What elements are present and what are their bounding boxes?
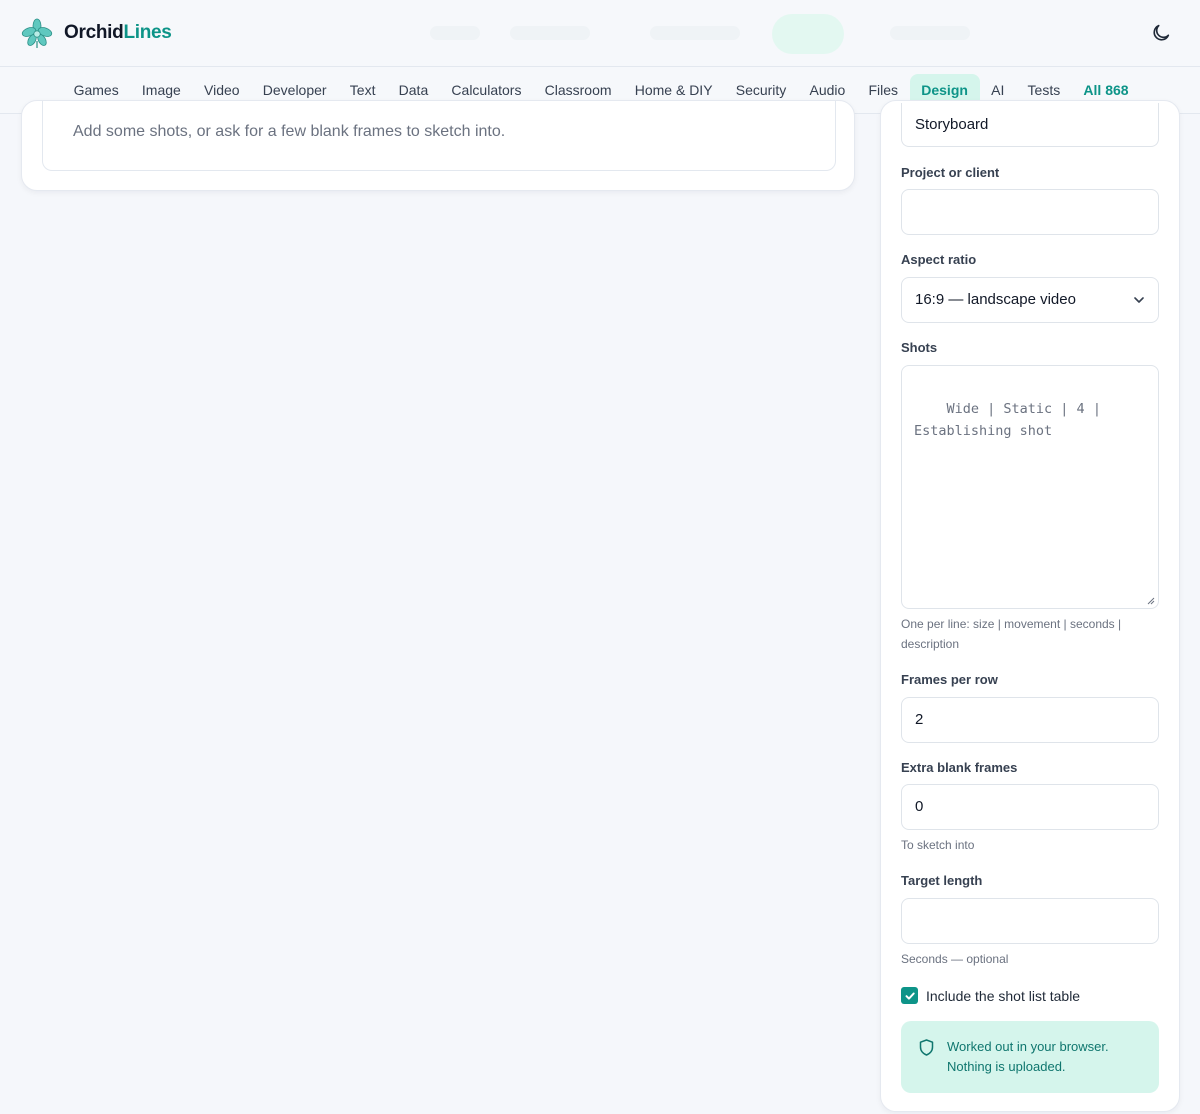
frames-per-row-label: Frames per row (901, 672, 998, 687)
shots-hint: One per line: size | movement | seconds … (901, 617, 1122, 651)
brand-name: OrchidLines (64, 22, 172, 43)
settings-panel: Storyboard Project or client Aspect rati… (880, 100, 1180, 1112)
empty-state-message: Add some shots, or ask for a few blank f… (73, 123, 506, 140)
shield-icon (919, 1039, 934, 1056)
faded-header-link (650, 26, 740, 40)
faded-header-link (890, 26, 970, 40)
chevron-down-icon (1134, 297, 1144, 303)
orchid-logo-icon (21, 18, 53, 48)
faded-header-link (430, 26, 480, 40)
faded-header-link (510, 26, 590, 40)
extra-blank-frames-input[interactable]: 0 (901, 784, 1159, 830)
top-bar: OrchidLines (0, 0, 1200, 67)
empty-state: Add some shots, or ask for a few blank f… (42, 101, 836, 171)
extra-blank-frames-label: Extra blank frames (901, 760, 1018, 775)
extra-blank-frames-hint: To sketch into (901, 838, 975, 852)
shots-textarea[interactable]: Wide | Static | 4 | Establishing shot (901, 365, 1159, 609)
resize-handle-icon[interactable] (1147, 597, 1155, 605)
title-input[interactable]: Storyboard (901, 103, 1159, 147)
include-shot-list-checkbox[interactable] (901, 987, 918, 1004)
storyboard-preview-card: Add some shots, or ask for a few blank f… (21, 100, 855, 191)
include-shot-list-toggle[interactable]: Include the shot list table (901, 987, 1080, 1004)
shots-placeholder: Wide | Static | 4 | Establishing shot (914, 401, 1101, 439)
frames-per-row-input[interactable]: 2 (901, 697, 1159, 743)
brand-logo[interactable]: OrchidLines (21, 17, 172, 49)
moon-icon[interactable] (1150, 22, 1172, 44)
checkmark-icon (905, 992, 915, 1000)
target-length-hint: Seconds — optional (901, 952, 1009, 966)
include-shot-list-label: Include the shot list table (926, 987, 1081, 1004)
privacy-notice-text: Worked out in your browser. Nothing is u… (947, 1039, 1109, 1074)
privacy-notice: Worked out in your browser. Nothing is u… (901, 1021, 1159, 1093)
target-length-label: Target length (901, 873, 983, 888)
faded-header-button (772, 14, 844, 54)
aspect-ratio-value: 16:9 — landscape video (915, 291, 1076, 308)
aspect-ratio-select[interactable]: 16:9 — landscape video (901, 277, 1159, 323)
project-input[interactable] (901, 189, 1159, 235)
shots-label: Shots (901, 340, 938, 355)
aspect-ratio-label: Aspect ratio (901, 252, 977, 267)
target-length-input[interactable] (901, 898, 1159, 944)
project-label: Project or client (901, 165, 1000, 180)
